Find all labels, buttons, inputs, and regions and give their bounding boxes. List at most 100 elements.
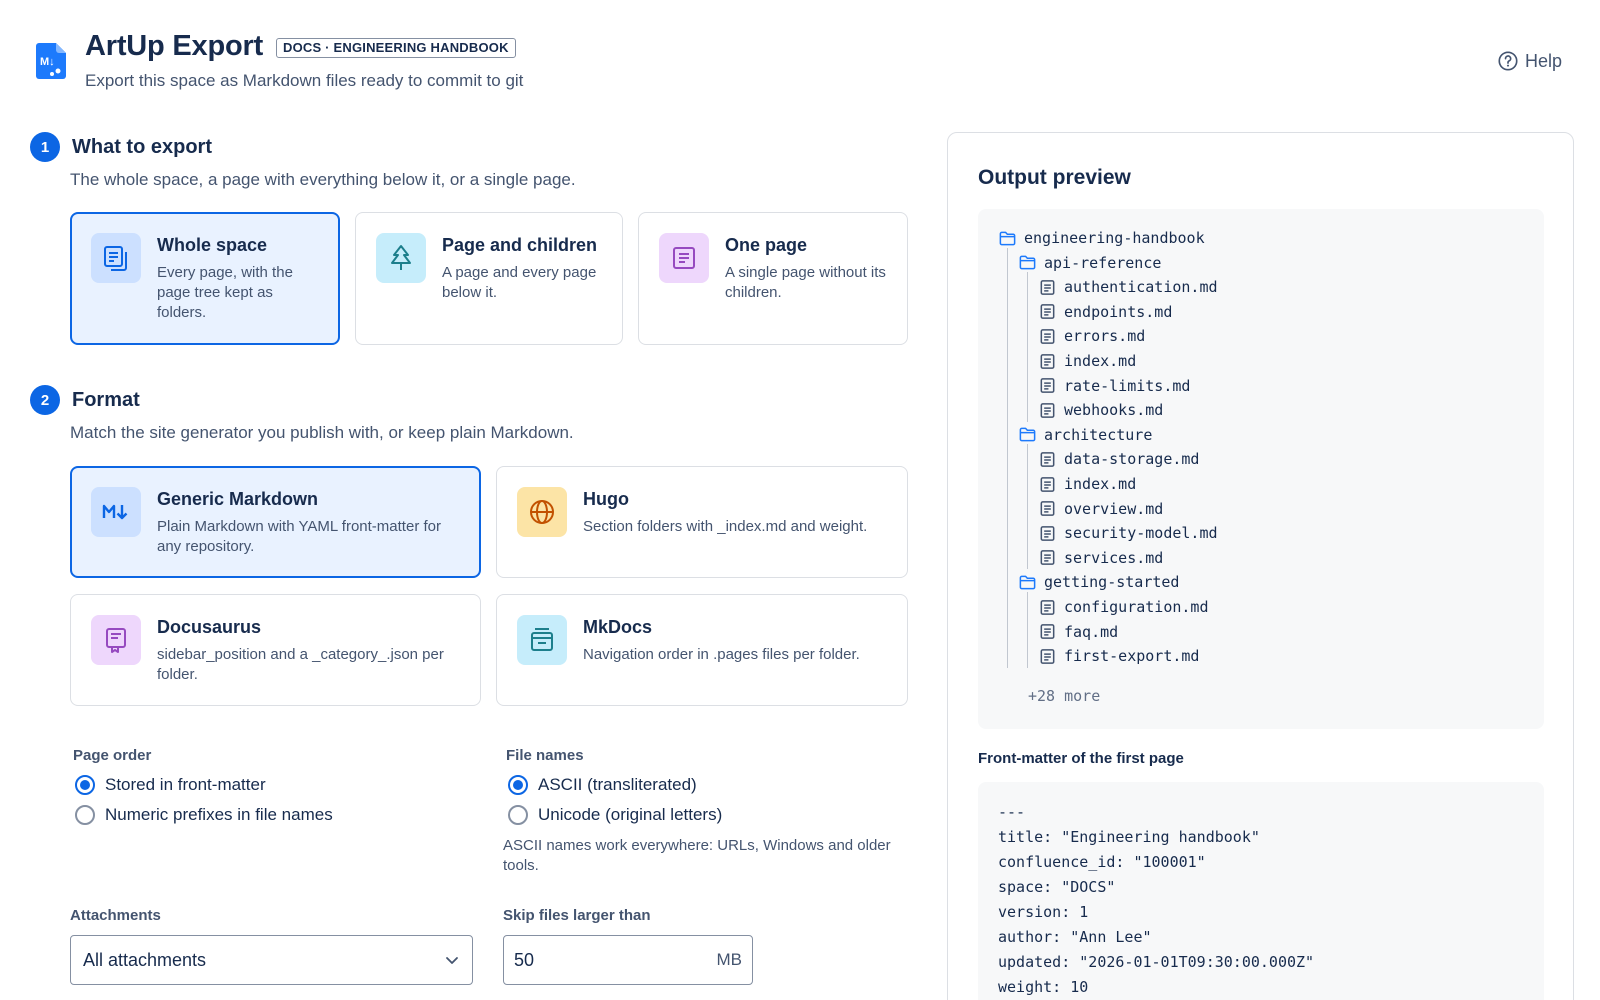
front-matter-line: title: "Engineering handbook": [998, 828, 1260, 846]
file-tree: +28 more engineering-handbook api-referen…: [978, 209, 1544, 729]
help-label: Help: [1524, 50, 1562, 71]
card-description: Every page, with the page tree kept as f…: [157, 264, 293, 321]
tree-file: data-storage.md: [1038, 448, 1199, 470]
step-number: 2: [30, 385, 60, 415]
file-icon: [1038, 598, 1057, 617]
format-option-hugo[interactable]: Hugo Section folders with _index.md and …: [496, 466, 908, 578]
card-title: Whole space: [157, 235, 268, 255]
file-icon: [1038, 376, 1057, 395]
scope-option-whole-space[interactable]: Whole space Every page, with the page tr…: [70, 212, 340, 345]
tree-folder: getting-started: [1018, 571, 1179, 593]
format-option-generic-markdown[interactable]: Generic Markdown Plain Markdown with YAM…: [70, 466, 481, 578]
tree-folder: api-reference: [1018, 252, 1161, 274]
format-option-mkdocs[interactable]: MkDocs Navigation order in .pages files …: [496, 594, 908, 706]
tree-guide-line: [1027, 592, 1028, 668]
tree-item-label: architecture: [1044, 425, 1153, 444]
file-names-ascii-radio[interactable]: ASCII (transliterated): [508, 775, 697, 795]
help-button[interactable]: Help: [1497, 50, 1562, 72]
page-order-numeric-prefixes-radio[interactable]: Numeric prefixes in file names: [75, 805, 333, 825]
card-title: Docusaurus: [157, 617, 262, 637]
radio-dot[interactable]: [75, 805, 95, 825]
radio-dot[interactable]: [508, 775, 528, 795]
more-files: +28 more: [1028, 687, 1101, 705]
tree-item-label: endpoints.md: [1064, 302, 1173, 321]
tree-item-label: index.md: [1064, 352, 1137, 370]
page-icon: [659, 233, 709, 283]
preview-title: Output preview: [978, 166, 1131, 189]
card-description: A page and every page below it.: [442, 264, 597, 301]
step-what-to-export: 1 What to export: [30, 132, 212, 162]
folder-icon: [998, 229, 1017, 248]
scope-option-one-page[interactable]: One page A single page without its child…: [638, 212, 908, 345]
tree-item-label: api-reference: [1044, 253, 1162, 272]
tree-folder: engineering-handbook: [998, 227, 1205, 249]
file-icon: [1038, 278, 1057, 297]
card-title: Page and children: [442, 235, 598, 255]
tree-guide-line: [1007, 247, 1008, 668]
tree-item-label: getting-started: [1044, 573, 1180, 592]
card-title: MkDocs: [583, 617, 653, 637]
tree-item-label: data-storage.md: [1064, 450, 1200, 469]
size-unit: MB: [716, 950, 743, 969]
app-subtitle: Export this space as Markdown files read…: [85, 71, 524, 90]
tree-item-label: services.md: [1064, 548, 1164, 567]
file-icon: [1038, 475, 1057, 494]
output-preview-panel: Output preview +28 more engineering-hand…: [947, 132, 1574, 1000]
markdown-file-icon: M↓: [36, 43, 66, 79]
question-circle-icon: [1498, 51, 1518, 71]
file-icon: [1038, 327, 1057, 346]
radio-dot[interactable]: [508, 805, 528, 825]
step-number: 1: [30, 132, 60, 162]
front-matter-line: weight: 10: [998, 978, 1089, 996]
globe-icon: [517, 487, 567, 537]
page-order-label: Page order: [73, 747, 152, 764]
file-names-label: File names: [506, 747, 584, 764]
front-matter-line: author: "Ann Lee": [998, 928, 1152, 946]
file-names-hint: ASCII names work everywhere: URLs, Windo…: [503, 837, 891, 874]
tree-folder: architecture: [1018, 424, 1152, 446]
attachments-select[interactable]: All attachments: [70, 935, 473, 985]
front-matter-line: version: 1: [998, 903, 1089, 921]
svg-text:M↓: M↓: [40, 56, 55, 68]
radio-dot[interactable]: [75, 775, 95, 795]
front-matter-label: Front-matter of the first page: [978, 750, 1184, 767]
tree-file: services.md: [1038, 547, 1163, 569]
tree-item-label: index.md: [1064, 475, 1137, 493]
tree-item-label: security-model.md: [1064, 524, 1218, 543]
tree-file: index.md: [1038, 473, 1136, 495]
pages-stack-icon: [91, 233, 141, 283]
front-matter-line: updated: "2026-01-01T09:30:00.000Z": [998, 953, 1315, 971]
attachments-value: All attachments: [83, 949, 207, 970]
markdown-icon: [91, 487, 141, 537]
tree-file: faq.md: [1038, 621, 1118, 643]
tree-file: webhooks.md: [1038, 399, 1163, 421]
file-icon: [1038, 647, 1057, 666]
folder-icon: [1018, 573, 1037, 592]
step-description: The whole space, a page with everything …: [70, 170, 576, 189]
tree-item-label: rate-limits.md: [1064, 376, 1191, 395]
tree-item-label: webhooks.md: [1064, 401, 1164, 420]
skip-files-size-input[interactable]: [514, 949, 694, 971]
radio-label: Unicode (original letters): [538, 805, 723, 824]
format-option-docusaurus[interactable]: Docusaurus sidebar_position and a _categ…: [70, 594, 481, 706]
folder-icon: [1018, 425, 1037, 444]
file-icon: [1038, 499, 1057, 518]
tree-icon: [376, 233, 426, 283]
tree-guide-line: [1027, 272, 1028, 422]
step-description: Match the site generator you publish wit…: [70, 423, 574, 442]
radio-label: ASCII (transliterated): [538, 775, 697, 794]
tree-item-label: first-export.md: [1064, 647, 1200, 666]
tree-item-label: authentication.md: [1064, 278, 1218, 297]
tree-file: authentication.md: [1038, 276, 1218, 298]
folder-icon: [1018, 253, 1037, 272]
tree-file: errors.md: [1038, 325, 1145, 347]
radio-label: Stored in front-matter: [105, 775, 266, 794]
tree-file: first-export.md: [1038, 645, 1199, 667]
file-names-unicode-radio[interactable]: Unicode (original letters): [508, 805, 722, 825]
tree-file: security-model.md: [1038, 522, 1218, 544]
page-order-front-matter-radio[interactable]: Stored in front-matter: [75, 775, 266, 795]
scope-option-page-and-children[interactable]: Page and children A page and every page …: [355, 212, 623, 345]
tree-item-label: faq.md: [1064, 622, 1119, 641]
card-description: Section folders with _index.md and weigh…: [583, 518, 868, 535]
window-icon: [517, 615, 567, 665]
